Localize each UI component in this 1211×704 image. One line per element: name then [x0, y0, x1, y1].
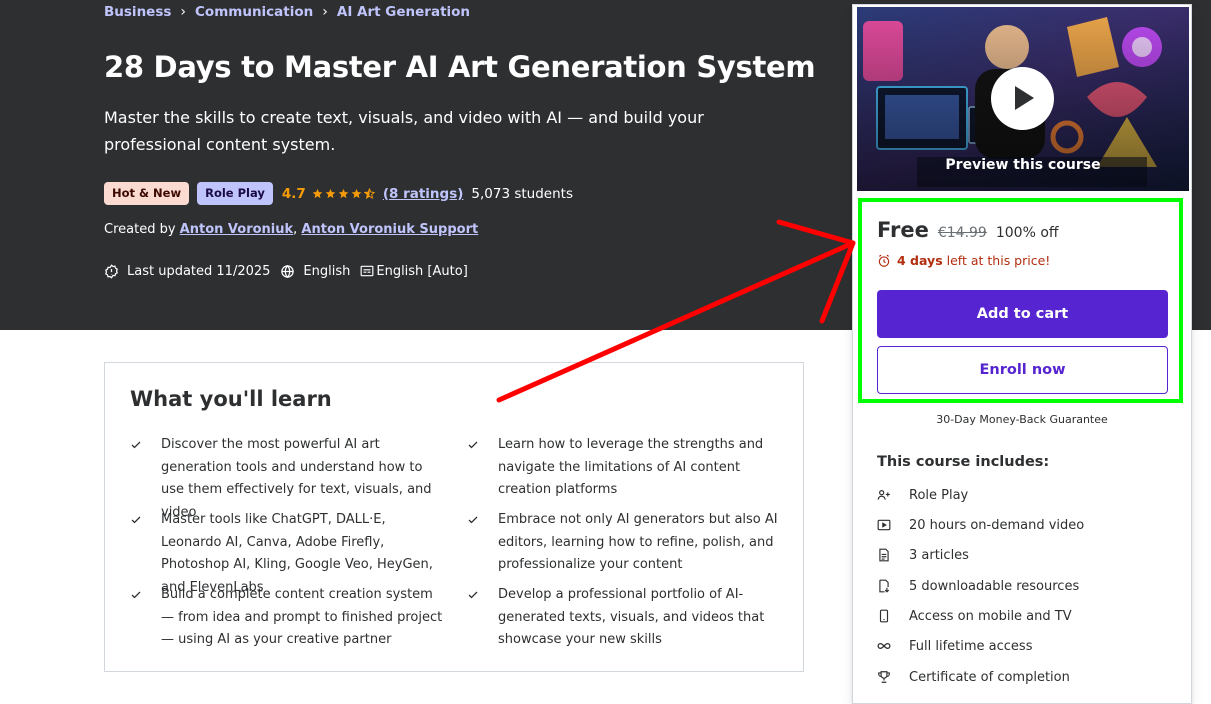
check-icon: [468, 441, 478, 449]
language-text: English: [303, 263, 351, 279]
learn-item-text: Learn how to leverage the strengths and …: [498, 437, 764, 497]
learn-item-text: Master tools like ChatGPT, DALL·E, Leona…: [161, 512, 433, 595]
chevron-right-icon: ›: [180, 4, 187, 20]
learn-item-text: Embrace not only AI generators but also …: [498, 512, 778, 572]
download-icon: [879, 579, 890, 593]
star-icon: [338, 188, 349, 199]
course-subtitle: Master the skills to create text, visual…: [104, 108, 704, 154]
list-item: Full lifetime access: [877, 637, 1032, 655]
alert-badge-icon: [105, 263, 118, 279]
money-back-guarantee: 30-Day Money-Back Guarantee: [936, 413, 1108, 426]
check-icon: [131, 516, 141, 524]
list-item: Develop a professional portfolio of AI-g…: [468, 584, 783, 652]
video-icon: [877, 519, 891, 531]
list-item: Embrace not only AI generators but also …: [468, 509, 783, 577]
list-item: Role Play: [877, 486, 968, 504]
infinity-icon: [877, 643, 891, 649]
check-icon: [468, 516, 478, 524]
learn-title: What you'll learn: [130, 387, 332, 411]
include-label: 20 hours on-demand video: [909, 517, 1085, 533]
star-icon: [312, 188, 323, 199]
learn-item-text: Discover the most powerful AI art genera…: [161, 437, 432, 520]
course-preview[interactable]: Preview this course: [857, 7, 1189, 191]
page-title: 28 Days to Master AI Art Generation Syst…: [104, 50, 816, 84]
trophy-icon: [878, 671, 890, 683]
play-icon: [1015, 86, 1034, 110]
learn-item-text: Develop a professional portfolio of AI-g…: [498, 587, 765, 647]
star-icon: [351, 188, 362, 199]
language: English: [280, 264, 350, 279]
list-item: Certificate of completion: [877, 668, 1070, 686]
check-icon: [468, 591, 478, 599]
check-icon: [131, 591, 141, 599]
breadcrumb-business[interactable]: Business: [104, 4, 171, 20]
star-icon: [325, 188, 336, 199]
course-badges: Hot & New Role Play 4.7 (8 ratings) 5,07…: [104, 182, 573, 205]
list-item: 5 downloadable resources: [877, 577, 1079, 595]
role-play-badge: Role Play: [197, 182, 273, 205]
include-label: 5 downloadable resources: [909, 578, 1080, 594]
ratings-link[interactable]: (8 ratings): [383, 186, 464, 202]
play-button[interactable]: [991, 67, 1054, 130]
half-star-icon: [363, 188, 375, 199]
mobile-icon: [879, 609, 889, 623]
include-label: Access on mobile and TV: [909, 608, 1072, 624]
author-link-1[interactable]: Anton Voroniuk: [180, 222, 293, 237]
captions-text: English [Auto]: [376, 263, 468, 279]
list-item: Learn how to leverage the strengths and …: [468, 434, 783, 502]
created-by-label: Created by: [104, 222, 176, 237]
globe-icon: [281, 264, 295, 278]
include-label: Certificate of completion: [909, 669, 1070, 685]
learn-item-text: Build a complete content creation system…: [161, 587, 443, 647]
include-label: Role Play: [909, 487, 969, 503]
includes-title: This course includes:: [877, 454, 1050, 470]
list-item: 20 hours on-demand video: [877, 516, 1084, 534]
course-meta: Last updated 11/2025 English English [Au…: [104, 262, 478, 280]
students-count: 5,073 students: [471, 185, 573, 202]
article-icon: [879, 548, 889, 562]
breadcrumb-communication[interactable]: Communication: [195, 4, 313, 20]
closed-captions-icon: [360, 265, 374, 277]
list-item: Access on mobile and TV: [877, 607, 1072, 625]
annotation-highlight-box: [858, 198, 1183, 403]
role-play-icon: [877, 490, 890, 500]
rating-value: 4.7: [281, 185, 306, 202]
include-label: 3 articles: [909, 547, 969, 563]
rating-stars: [312, 188, 377, 199]
check-icon: [131, 441, 141, 449]
hot-new-badge: Hot & New: [104, 182, 190, 205]
what-youll-learn: What you'll learn Discover the most powe…: [104, 362, 804, 672]
author-link-2[interactable]: Anton Voroniuk Support: [301, 222, 478, 237]
breadcrumb-ai-art-generation[interactable]: AI Art Generation: [337, 4, 470, 20]
list-item: Build a complete content creation system…: [131, 584, 446, 652]
created-by: Created by Anton Voroniuk, Anton Voroniu…: [104, 222, 479, 237]
list-item: 3 articles: [877, 546, 969, 564]
last-updated-text: Last updated 11/2025: [127, 263, 271, 279]
breadcrumb: Business › Communication › AI Art Genera…: [104, 4, 470, 20]
last-updated: Last updated 11/2025: [104, 264, 270, 279]
captions: English [Auto]: [360, 263, 468, 279]
include-label: Full lifetime access: [909, 638, 1033, 654]
chevron-right-icon: ›: [322, 4, 328, 20]
preview-label: Preview this course: [945, 157, 1101, 173]
